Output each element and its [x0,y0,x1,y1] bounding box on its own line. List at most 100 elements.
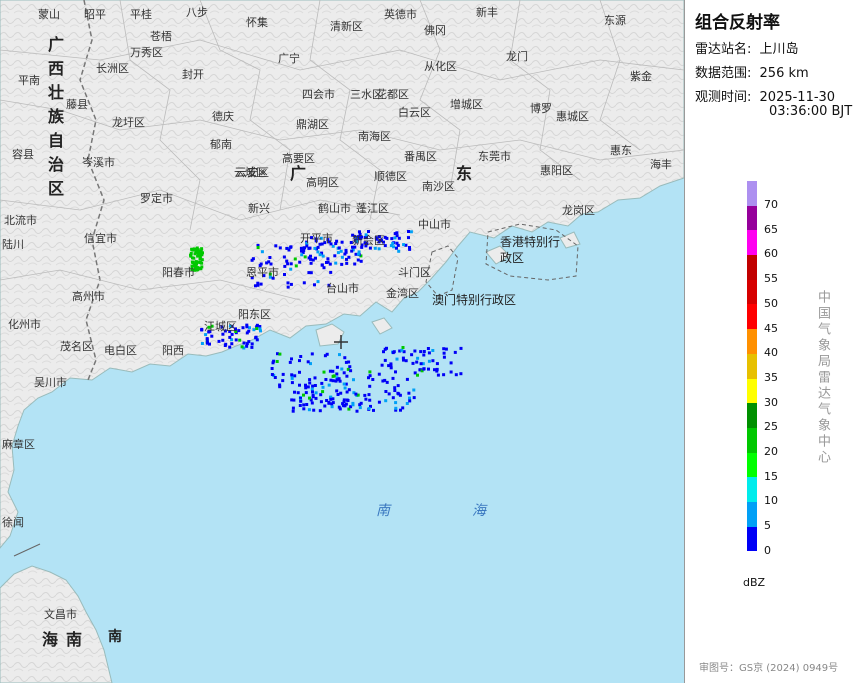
legend-tick: 70 [764,198,778,211]
echo-pixel [348,365,352,369]
echo-pixel [358,403,362,407]
legend-swatch [747,304,757,330]
echo-pixel [298,404,302,407]
echo-pixel [345,390,349,394]
legend-tick: 45 [764,321,778,335]
legend-tick: 40 [764,346,778,360]
echo-pixel [442,351,446,355]
echo-pixel [391,241,395,245]
echo-pixel [241,326,245,330]
legend-tick: 50 [764,296,778,310]
place-label: 鼎湖区 [296,118,329,131]
echo-pixel [313,376,317,380]
place-label: 八步 [186,6,208,19]
echo-pixel [412,396,416,400]
echo-pixel [291,406,295,410]
region-label-hongkong: 香港特别行政区 [500,235,561,265]
echo-pixel [442,347,446,351]
legend-swatch [747,427,757,453]
echo-pixel [283,273,286,276]
echo-pixel [427,351,431,355]
place-label: 金湾区 [386,287,419,300]
station-label: 雷达站名: [695,42,752,57]
place-label: 麻章区 [2,438,35,451]
echo-pixel [300,249,303,253]
echo-pixel [321,390,325,394]
legend-swatch [747,403,757,428]
echo-pixel [316,245,320,249]
place-label: 平桂 [130,8,152,21]
map-canvas [0,0,684,683]
echo-pixel [431,349,435,352]
echo-pixel [191,248,195,251]
place-label: 海丰 [650,158,672,171]
echo-pixel [313,384,317,387]
echo-pixel [371,378,375,381]
echo-pixel [193,252,197,256]
echo-pixel [286,285,290,289]
echo-pixel [275,360,279,363]
echo-pixel [325,261,328,264]
echo-pixel [313,246,317,250]
echo-pixel [296,391,300,395]
echo-pixel [310,401,314,405]
echo-pixel [305,403,309,406]
echo-pixel [395,241,399,245]
time-row: 观测时间: 2025-11-30 [695,86,835,105]
echo-pixel [278,246,282,250]
echo-pixel [252,328,256,332]
echo-pixel [242,341,246,345]
echo-pixel [427,359,431,363]
echo-pixel [405,402,409,405]
echo-pixel [302,403,306,407]
legend-tick: 55 [764,272,778,286]
place-label: 龙圩区 [112,116,145,129]
echo-pixel [433,368,436,372]
place-label: 广宁 [278,52,300,65]
place-label: 阳西 [162,344,184,357]
place-label: 英德市 [384,8,417,21]
place-label: 龙门 [506,50,528,63]
echo-pixel [384,399,388,403]
legend-tick: 65 [764,222,778,236]
echo-pixel [250,258,254,262]
echo-pixel [298,383,301,387]
place-label: 紫金 [630,70,652,83]
place-label: 从化区 [424,60,457,73]
echo-pixel [391,351,395,355]
echo-pixel [335,365,339,369]
radar-map[interactable]: 广西壮族自治区 广东 海南 香港特别行政区 澳门特别行政区 南 海 南 蒙山 昭平… [0,0,684,683]
echo-pixel [304,391,308,395]
echo-pixel [336,251,340,255]
echo-pixel [281,379,285,383]
echo-pixel [394,370,397,374]
echo-pixel [196,268,200,272]
echo-pixel [308,378,312,382]
echo-pixel [278,385,282,389]
echo-pixel [367,407,371,411]
echo-pixel [389,366,393,370]
place-label: 怀集 [246,16,268,29]
echo-pixel [422,367,426,371]
echo-pixel [408,396,411,400]
place-label: 新兴 [248,202,270,215]
legend-tick: 60 [764,247,778,261]
place-label: 岑溪市 [82,156,115,169]
echo-pixel [237,329,241,333]
echo-pixel [340,255,344,259]
echo-pixel [294,264,298,268]
echo-pixel [200,265,204,269]
place-label: 白云区 [398,106,431,119]
echo-pixel [304,383,307,387]
echo-pixel [314,396,318,400]
echo-pixel [400,348,404,352]
legend-tick: 10 [764,494,778,508]
time-label: 观测时间: [695,90,752,105]
echo-pixel [338,407,342,411]
echo-pixel [293,374,297,378]
echo-pixel [449,361,453,365]
echo-pixel [255,338,259,342]
echo-pixel [401,346,405,349]
echo-pixel [394,406,398,410]
place-label: 封开 [182,68,204,81]
